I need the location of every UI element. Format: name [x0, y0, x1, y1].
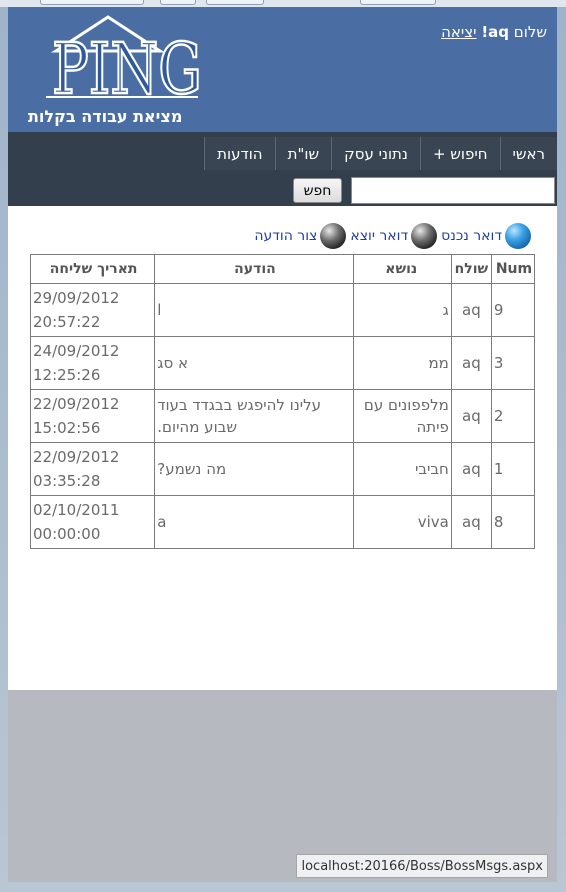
nav-item[interactable]: שו"ת — [274, 137, 332, 170]
site-header: שלום aq! יציאה PING מציאת עבודה בקלות — [8, 7, 557, 132]
cell-num: 8 — [490, 495, 536, 549]
main-nav: ראשי חיפוש + נתוני עסק שו"ת הודעות — [8, 132, 557, 174]
mail-link[interactable]: דואר יוצא — [350, 223, 438, 249]
cell-date: 29/09/2012 20:57:22 — [29, 283, 156, 337]
header-sender[interactable]: שולח — [450, 254, 492, 284]
header-date[interactable]: תאריך שליחה — [29, 254, 156, 284]
cell-subject: viva — [352, 495, 452, 549]
cell-num: 2 — [490, 389, 536, 443]
cell-date: 22/09/2012 15:02:56 — [29, 389, 156, 443]
mail-link[interactable]: צור הודעה — [254, 223, 347, 249]
header-subject[interactable]: נושא — [352, 254, 452, 284]
search-button[interactable]: חפש — [293, 178, 342, 203]
cell-date: 24/09/2012 12:25:26 — [29, 336, 156, 390]
cell-sender: aq — [450, 495, 492, 549]
status-bar-url: localhost:20166/Boss/BossMsgs.aspx — [296, 854, 548, 878]
mail-link-label[interactable]: דואר נכנס — [441, 228, 502, 244]
nav-item[interactable]: נתוני עסק — [331, 137, 420, 170]
logout-link[interactable]: יציאה — [441, 23, 476, 41]
search-input[interactable] — [351, 177, 555, 204]
toolbar-tab[interactable] — [160, 0, 196, 5]
username: aq — [488, 23, 510, 41]
table-row[interactable]: 8 aq viva a 02/10/2011 00:00:00 — [29, 495, 536, 549]
cell-sender: aq — [450, 389, 492, 443]
cell-date: 22/09/2012 03:35:28 — [29, 442, 156, 496]
cell-num: 1 — [490, 442, 536, 496]
toolbar-tab[interactable] — [40, 0, 144, 5]
table-row[interactable]: 9 aq ג l 29/09/2012 20:57:22 — [29, 283, 536, 337]
mail-link-label[interactable]: צור הודעה — [254, 228, 317, 244]
cell-subject: מלפפונים עם פיתה — [352, 389, 452, 443]
cell-num: 9 — [490, 283, 536, 337]
cell-message: מה נשמע? — [154, 442, 354, 496]
cell-sender: aq — [450, 283, 492, 337]
header-num[interactable]: Num — [490, 254, 536, 284]
cell-num: 3 — [490, 336, 536, 390]
table-row[interactable]: 3 aq ממ א סג 24/09/2012 12:25:26 — [29, 336, 536, 390]
ping-logo[interactable]: PING — [38, 11, 203, 103]
user-greeting: שלום aq! יציאה — [441, 23, 547, 41]
search-bar: חפש — [8, 174, 557, 206]
cell-subject: ממ — [352, 336, 452, 390]
blue-orb-icon[interactable] — [505, 223, 531, 249]
toolbar-tab[interactable] — [360, 0, 436, 5]
table-header-row: Num שולח נושא הודעה תאריך שליחה — [29, 254, 536, 284]
cell-message: א סג — [154, 336, 354, 390]
greeting-prefix: שלום — [513, 23, 547, 41]
header-message[interactable]: הודעה — [154, 254, 354, 284]
cell-sender: aq — [450, 442, 492, 496]
messages-table: Num שולח נושא הודעה תאריך שליחה 9 aq ג l 29/… — [29, 254, 536, 549]
logo-text: PING — [52, 28, 202, 103]
browser-toolbar-strip — [0, 0, 566, 7]
gray-orb-icon[interactable] — [411, 223, 438, 249]
browser-window: שלום aq! יציאה PING מציאת עבודה בקלות רא… — [0, 0, 566, 892]
nav-item[interactable]: ראשי — [499, 137, 557, 170]
mail-links: דואר נכנס דואר יוצא צור הודעה — [250, 222, 531, 250]
cell-date: 02/10/2011 00:00:00 — [29, 495, 156, 549]
cell-message: a — [154, 495, 354, 549]
nav-item[interactable]: חיפוש + — [419, 137, 500, 170]
gray-orb-icon[interactable] — [320, 223, 347, 249]
mail-link-label[interactable]: דואר יוצא — [350, 228, 408, 244]
cell-message: עלינו להיפגש בבגדד בעוד שבוע מהיום. — [154, 389, 354, 443]
messages-content: דואר נכנס דואר יוצא צור הודעה Num שולח נוש… — [8, 206, 557, 690]
cell-subject: חביבי — [352, 442, 452, 496]
site-slogan: מציאת עבודה בקלות — [28, 107, 183, 126]
mail-link[interactable]: דואר נכנס — [441, 223, 531, 249]
table-row[interactable]: 1 aq חביבי מה נשמע? 22/09/2012 03:35:28 — [29, 442, 536, 496]
cell-sender: aq — [450, 336, 492, 390]
toolbar-tab[interactable] — [206, 0, 264, 5]
cell-subject: ג — [352, 283, 452, 337]
web-page: שלום aq! יציאה PING מציאת עבודה בקלות רא… — [8, 7, 557, 882]
nav-item[interactable]: הודעות — [204, 137, 275, 170]
table-row[interactable]: 2 aq מלפפונים עם פיתה עלינו להיפגש בבגדד בע… — [29, 389, 536, 443]
cell-message: l — [154, 283, 354, 337]
